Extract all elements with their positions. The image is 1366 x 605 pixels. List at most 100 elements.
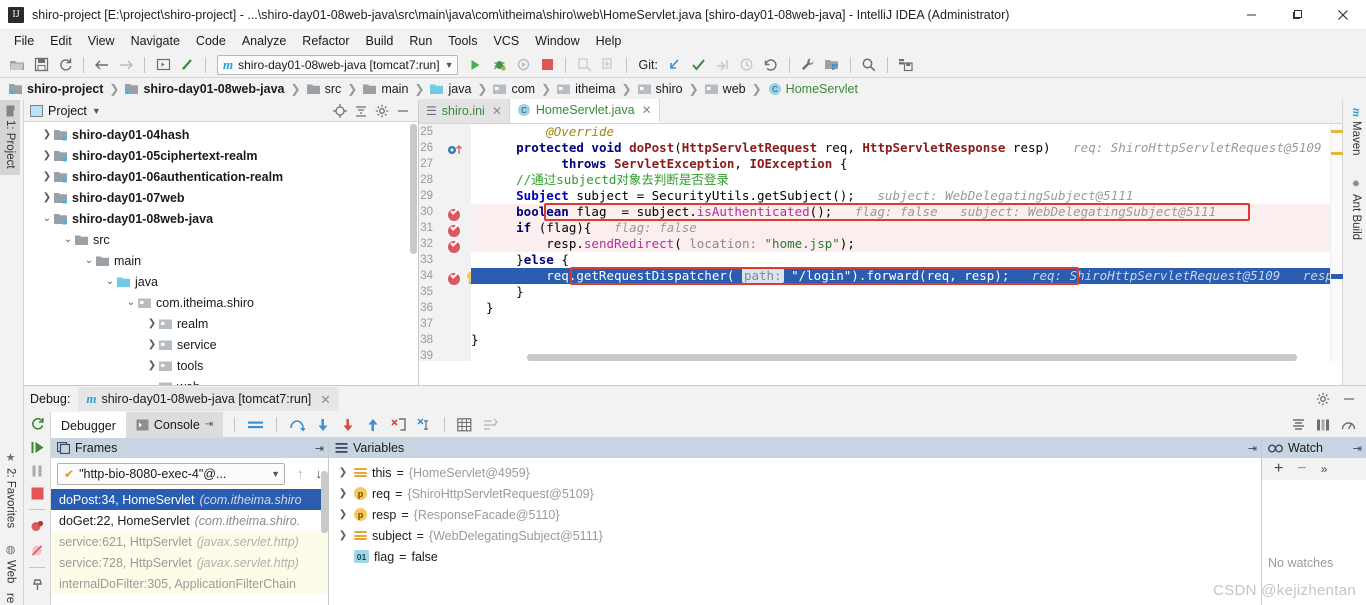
tree-node-shiro-day01-06authentication-realm[interactable]: ❯ shiro-day01-06authentication-realm: [24, 166, 418, 187]
tree-node-service[interactable]: ❯ service: [24, 334, 418, 355]
breadcrumb-item-itheima[interactable]: itheima: [554, 81, 618, 97]
minimize-button[interactable]: [1228, 0, 1274, 30]
frame-row[interactable]: doGet:22, HomeServlet (com.itheima.shiro…: [51, 510, 328, 531]
layout-settings-icon[interactable]: [1291, 418, 1306, 432]
run-configuration-selector[interactable]: m shiro-day01-08web-java [tomcat7:run] ▼: [217, 54, 459, 75]
close-icon[interactable]: ✕: [320, 392, 330, 407]
chevron-down-icon[interactable]: ⌄: [40, 213, 54, 224]
compile-icon[interactable]: [152, 54, 174, 76]
menu-analyze[interactable]: Analyze: [234, 32, 294, 50]
collapse-all-icon[interactable]: [354, 104, 368, 118]
tree-node-main[interactable]: ⌄ main: [24, 250, 418, 271]
frames-up-icon[interactable]: ↑: [291, 466, 310, 481]
tab-debugger[interactable]: Debugger: [51, 411, 126, 438]
frame-row[interactable]: service:621, HttpServlet (javax.servlet.…: [51, 531, 328, 552]
breadcrumb-item-shiro-day01-08web-java[interactable]: shiro-day01-08web-java: [122, 81, 287, 97]
tree-node-shiro-day01-08web-java[interactable]: ⌄ shiro-day01-08web-java: [24, 208, 418, 229]
resume-program-icon[interactable]: [30, 440, 45, 455]
menu-run[interactable]: Run: [401, 32, 440, 50]
forward-arrow-icon[interactable]: [115, 54, 137, 76]
override-method-icon[interactable]: [447, 143, 462, 157]
performance-icon[interactable]: [1341, 418, 1356, 432]
tree-node-com-itheima-shiro[interactable]: ⌄ com.itheima.shiro: [24, 292, 418, 313]
settings-wrench-icon[interactable]: [797, 54, 819, 76]
run-with-coverage-icon[interactable]: [512, 54, 534, 76]
close-icon[interactable]: ✕: [492, 104, 502, 118]
sidebar-item-ant-build[interactable]: ✹ Ant Build: [1346, 173, 1366, 246]
chevron-down-icon[interactable]: ⌄: [124, 297, 138, 308]
menu-refactor[interactable]: Refactor: [294, 32, 357, 50]
add-watch-button[interactable]: +: [1274, 460, 1283, 478]
variable-row-this[interactable]: ❯ this = {HomeServlet@4959}: [329, 462, 1261, 483]
pin-variables-icon[interactable]: ⇥: [1248, 442, 1257, 455]
restore-layout-icon[interactable]: [1316, 418, 1331, 432]
chevron-down-icon[interactable]: ⌄: [61, 234, 75, 245]
chevron-down-icon[interactable]: ▼: [445, 60, 454, 70]
project-structure-icon[interactable]: [821, 54, 843, 76]
chevron-right-icon[interactable]: ❯: [145, 360, 159, 371]
breadcrumb-item-web[interactable]: web: [702, 81, 749, 97]
menu-edit[interactable]: Edit: [42, 32, 80, 50]
force-step-into-icon[interactable]: [337, 418, 359, 432]
chevron-down-icon[interactable]: ⌄: [103, 276, 117, 287]
chevron-right-icon[interactable]: ❯: [337, 488, 349, 499]
menu-navigate[interactable]: Navigate: [123, 32, 188, 50]
git-history-icon[interactable]: [736, 54, 758, 76]
menu-build[interactable]: Build: [358, 32, 402, 50]
chevron-down-icon[interactable]: ▼: [271, 469, 280, 479]
execution-marker[interactable]: [1331, 274, 1343, 279]
rerun-icon[interactable]: [30, 416, 45, 431]
menu-file[interactable]: File: [6, 32, 42, 50]
warning-marker[interactable]: [1331, 130, 1343, 133]
remove-watch-button[interactable]: −: [1297, 460, 1306, 478]
make-project-icon[interactable]: [176, 54, 198, 76]
menu-view[interactable]: View: [80, 32, 123, 50]
settings-stepping-icon[interactable]: [479, 418, 502, 432]
tree-node-shiro-day01-04hash[interactable]: ❯ shiro-day01-04hash: [24, 124, 418, 145]
chevron-right-icon[interactable]: ❯: [40, 171, 54, 182]
database-sync-icon[interactable]: [895, 54, 917, 76]
stop-icon[interactable]: [31, 487, 44, 500]
breakpoint-icon[interactable]: [447, 239, 461, 253]
open-project-icon[interactable]: [6, 54, 28, 76]
breadcrumb-item-src[interactable]: src: [304, 81, 345, 97]
sidebar-item-favorites[interactable]: ★ 2: Favorites: [0, 445, 21, 534]
close-button[interactable]: [1320, 0, 1366, 30]
pin-frames-icon[interactable]: ⇥: [315, 442, 324, 455]
warning-marker[interactable]: [1331, 152, 1343, 155]
debug-session-tab[interactable]: m shiro-day01-08web-java [tomcat7:run] ✕: [78, 387, 339, 411]
run-to-cursor-icon[interactable]: [413, 417, 436, 432]
gear-icon[interactable]: [375, 104, 389, 118]
sidebar-item-maven[interactable]: m Maven: [1346, 102, 1366, 161]
step-into-icon[interactable]: [312, 418, 334, 432]
chevron-right-icon[interactable]: ❯: [145, 339, 159, 350]
frames-scrollbar[interactable]: [321, 471, 328, 533]
back-arrow-icon[interactable]: [91, 54, 113, 76]
mute-breakpoints-icon[interactable]: [30, 543, 45, 558]
step-out-icon[interactable]: [362, 418, 384, 432]
breakpoint-icon[interactable]: [447, 207, 461, 221]
breadcrumb-item-shiro-project[interactable]: shiro-project: [6, 81, 106, 97]
hide-panel-icon[interactable]: [1342, 392, 1356, 406]
save-all-icon[interactable]: [30, 54, 52, 76]
menu-help[interactable]: Help: [588, 32, 630, 50]
variable-row-subject[interactable]: ❯ subject = {WebDelegatingSubject@5111}: [329, 525, 1261, 546]
search-icon[interactable]: [858, 54, 880, 76]
breadcrumb-item-java[interactable]: java: [427, 81, 474, 97]
menu-window[interactable]: Window: [527, 32, 587, 50]
git-commit-icon[interactable]: [688, 54, 710, 76]
chevron-right-icon[interactable]: ❯: [40, 192, 54, 203]
chevron-right-icon[interactable]: ❯: [145, 318, 159, 329]
variable-row-resp[interactable]: ❯ p resp = {ResponseFacade@5110}: [329, 504, 1261, 525]
maximize-button[interactable]: [1274, 0, 1320, 30]
editor-marker-strip[interactable]: [1330, 124, 1343, 361]
chevron-down-icon[interactable]: ⌄: [82, 255, 96, 266]
sidebar-item-project[interactable]: 1: Project: [0, 100, 20, 175]
tab-console[interactable]: Console ⇥: [125, 411, 224, 438]
code-editor[interactable]: 25 26 27 28 29 30 31 32 33 34 35 36 37 3…: [419, 124, 1343, 362]
menu-code[interactable]: Code: [188, 32, 234, 50]
git-update-icon[interactable]: [664, 54, 686, 76]
frame-row[interactable]: doPost:34, HomeServlet (com.itheima.shir…: [51, 489, 328, 510]
tree-node-src[interactable]: ⌄ src: [24, 229, 418, 250]
breadcrumb-item-shiro[interactable]: shiro: [635, 81, 686, 97]
